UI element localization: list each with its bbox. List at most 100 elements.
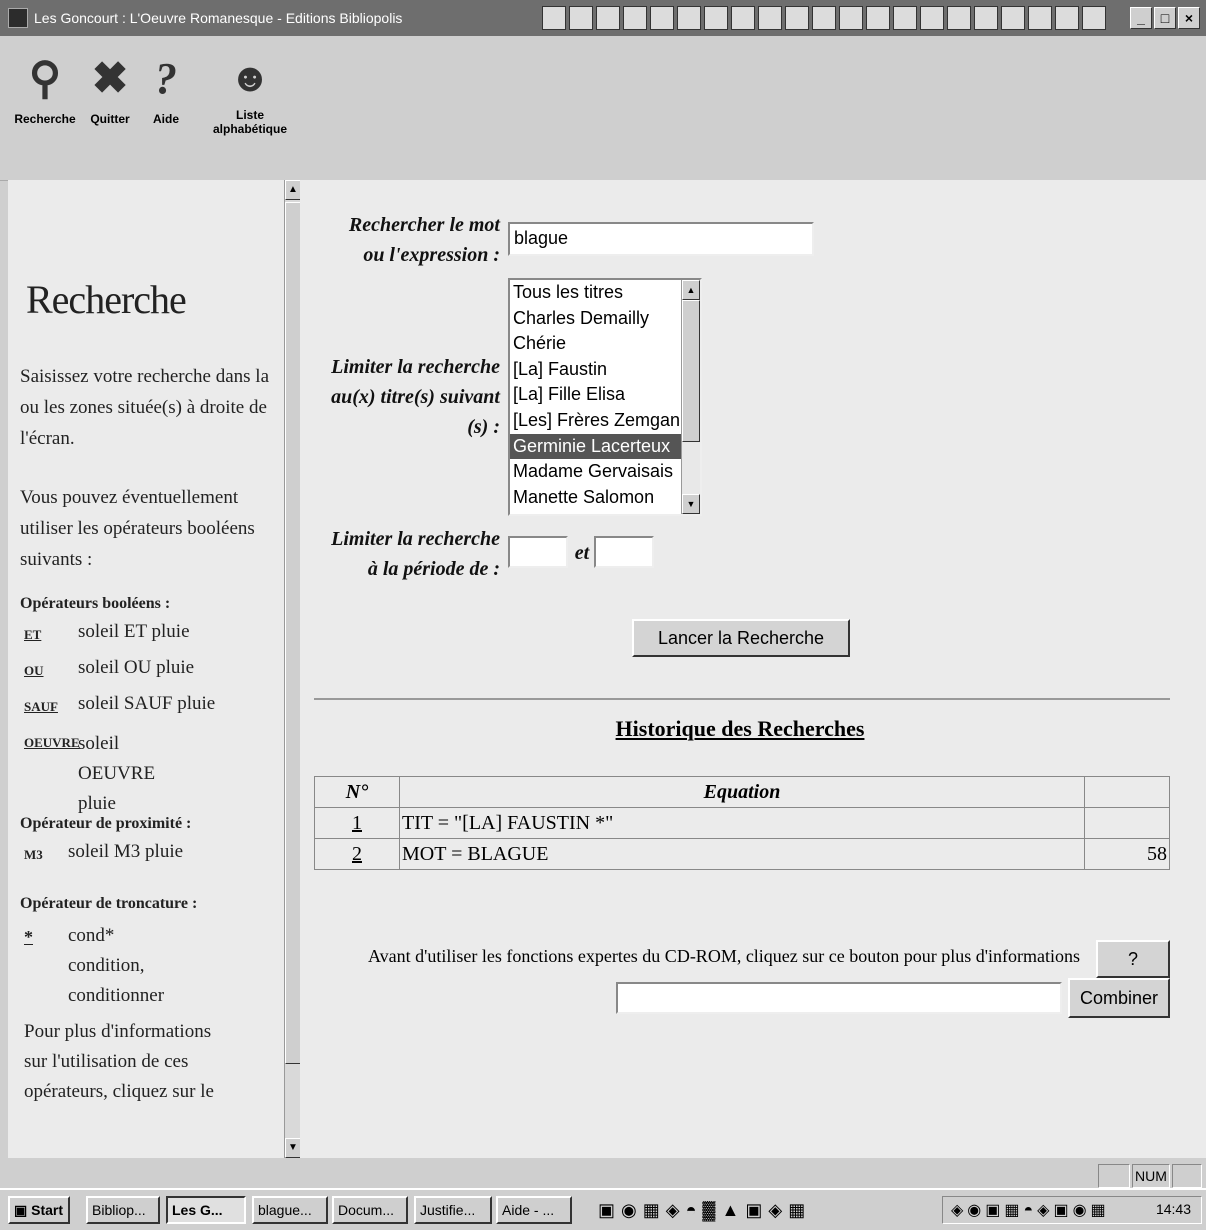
titles-label-line2: au(x) titre(s) suivant [331,386,500,408]
status-bar: NUM [0,1158,1206,1188]
row-equation: MOT = BLAGUE [399,838,1085,870]
combine-button[interactable]: Combiner [1068,978,1170,1018]
search-label: Rechercher le mot ou l'expression : [300,210,500,270]
app-launcher-icon[interactable] [785,6,809,30]
row-num-link[interactable]: 2 [314,838,400,870]
op-example: soleil OEUVRE pluie [78,733,156,814]
taskbar-item-active[interactable]: Les G... [166,1196,246,1224]
col-eq-header: Equation [399,776,1085,808]
app-launcher-icon[interactable] [596,6,620,30]
recherche-button[interactable]: ⚲ Recherche [14,46,76,126]
maximize-button[interactable]: □ [1154,7,1176,29]
app-launcher-icon[interactable] [704,6,728,30]
op-key: OU [24,663,44,678]
app-launcher-icon[interactable] [893,6,917,30]
title-option[interactable]: [La] Fille Elisa [510,382,700,408]
app-launcher-icon[interactable] [1001,6,1025,30]
quitter-button[interactable]: ✖ Quitter [88,46,132,126]
portrait-icon: ☻ [228,56,272,100]
search-label-line1: Rechercher le mot [348,214,500,236]
app-launcher-icon[interactable] [839,6,863,30]
title-option[interactable]: Charles Demailly [510,306,700,332]
title-option[interactable]: Chérie [510,331,700,357]
expert-help-button[interactable]: ? [1096,940,1170,978]
title-option-selected[interactable]: Germinie Lacerteux [510,433,700,460]
sidebar-bool-intro: Vous pouvez éventuellement utiliser les … [20,487,255,570]
op-truncation: * cond* condition, conditionner [20,919,284,1015]
window-title: Les Goncourt : L'Oeuvre Romanesque - Edi… [34,10,403,26]
app-launcher-icon[interactable] [758,6,782,30]
app-launcher-icon[interactable] [1082,6,1106,30]
aide-button[interactable]: ? Aide [146,46,186,126]
app-launcher-icon[interactable] [920,6,944,30]
app-launcher-icon[interactable] [623,6,647,30]
scroll-thumb[interactable] [285,202,301,1064]
close-button[interactable]: × [1178,7,1200,29]
title-option[interactable]: Tous les titres [510,280,700,306]
system-tray: ◈◉▣▦◓◈▣◉▦ 14:43 [942,1196,1202,1224]
trunc-example-2: condition, [68,955,145,976]
row-num-link[interactable]: 1 [314,807,400,839]
title-tray-icons [542,6,1106,30]
title-option[interactable]: [La] Faustin [510,357,700,383]
app-launcher-icon[interactable] [650,6,674,30]
row-count [1084,807,1170,839]
liste-label-line1: Liste [235,108,264,122]
period-label: Limiter la recherche à la période de : [300,524,500,584]
titles-scrollbar[interactable]: ▲ ▼ [681,280,700,514]
op-example: soleil ET pluie [78,621,190,642]
bool-heading: Opérateurs booléens : [20,595,171,612]
launch-search-button[interactable]: Lancer la Recherche [632,619,850,657]
period-to-input[interactable] [594,536,654,568]
liste-label-line2: alphabétique [212,122,287,136]
scroll-up-arrow-icon[interactable]: ▲ [285,180,301,200]
num-lock-indicator: NUM [1132,1164,1170,1188]
question-mark-icon: ? [155,54,177,103]
liste-alphabetique-button[interactable]: ☻ Liste alphabétique [212,48,288,136]
app-launcher-icon[interactable] [974,6,998,30]
scroll-down-arrow-icon[interactable]: ▼ [285,1138,301,1158]
op-key: OEUVRE [24,735,80,750]
app-icon[interactable] [8,8,28,28]
taskbar-item[interactable]: Docum... [332,1196,408,1224]
op-sauf: SAUF soleil SAUF pluie [20,691,284,727]
app-launcher-icon[interactable] [542,6,566,30]
app-launcher-icon[interactable] [866,6,890,30]
sidebar-scrollbar[interactable]: ▲ ▼ [284,180,301,1158]
app-launcher-icon[interactable] [812,6,836,30]
title-option[interactable]: [Les] Frères Zemganno [510,408,700,434]
windows-logo-icon: ▣ [14,1202,28,1218]
col-num-header: N° [314,776,400,808]
scroll-down-arrow-icon[interactable]: ▼ [682,494,700,514]
app-launcher-icon[interactable] [1028,6,1052,30]
taskbar-item[interactable]: Justifie... [414,1196,492,1224]
taskbar-item[interactable]: Aide - ... [496,1196,572,1224]
expert-info-text: Avant d'utiliser les fonctions expertes … [367,946,1080,966]
combine-input[interactable] [616,982,1062,1014]
app-launcher-icon[interactable] [1055,6,1079,30]
scroll-up-arrow-icon[interactable]: ▲ [682,280,700,300]
tray-icons[interactable]: ◈◉▣▦◓◈▣◉▦ [951,1200,1110,1220]
app-launcher-icon[interactable] [677,6,701,30]
title-option[interactable]: Manette Salomon [510,485,700,511]
taskbar-item[interactable]: blague... [252,1196,328,1224]
table-row[interactable]: 1 TIT = "[LA] FAUSTIN *" [314,807,1170,839]
app-launcher-icon[interactable] [947,6,971,30]
search-form: Rechercher le mot ou l'expression : blag… [300,180,1206,1158]
scroll-thumb[interactable] [682,300,700,442]
quick-launch-icons[interactable]: ▣◉▦◈◓▓▲▣◈▦ [598,1200,811,1221]
minimize-button[interactable]: _ [1130,7,1152,29]
search-label-line2: ou l'expression : [363,244,500,266]
table-row[interactable]: 2 MOT = BLAGUE 58 [314,838,1170,870]
taskbar-item[interactable]: Bibliop... [86,1196,160,1224]
titles-label: Limiter la recherche au(x) titre(s) suiv… [300,352,500,442]
titles-label-line1: Limiter la recherche [331,356,500,378]
titles-listbox[interactable]: Tous les titres Charles Demailly Chérie … [508,278,702,516]
app-launcher-icon[interactable] [569,6,593,30]
title-option[interactable]: Madame Gervaisais [510,459,700,485]
search-input[interactable]: blague [508,222,814,256]
app-launcher-icon[interactable] [731,6,755,30]
title-bar: Les Goncourt : L'Oeuvre Romanesque - Edi… [0,0,1206,36]
period-from-input[interactable] [508,536,568,568]
start-button[interactable]: ▣ Start [8,1196,70,1224]
